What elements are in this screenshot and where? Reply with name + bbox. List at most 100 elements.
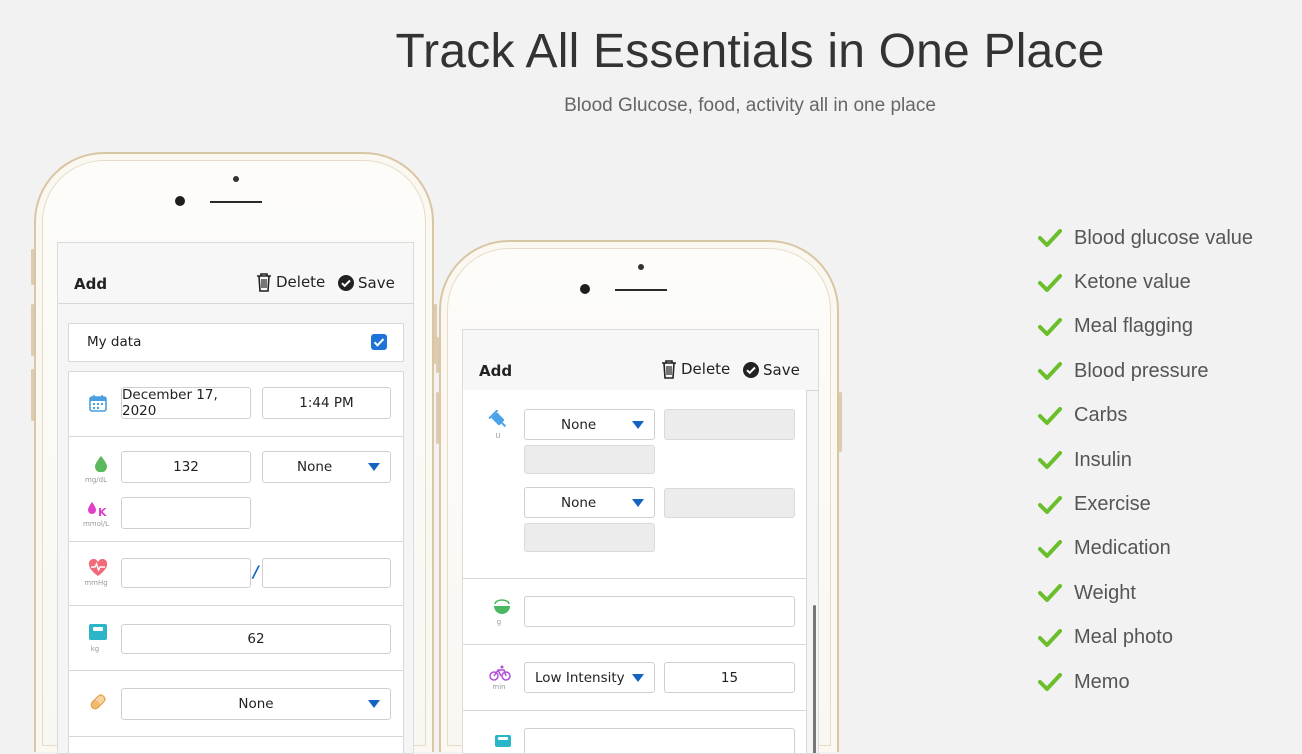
check-icon <box>1038 584 1062 603</box>
carbs-input[interactable] <box>524 596 795 627</box>
check-icon <box>1038 539 1062 558</box>
feature-label: Ketone value <box>1074 271 1191 294</box>
syringe-icon <box>488 410 507 428</box>
save-button[interactable]: Save <box>338 274 395 292</box>
insulin-type-value: None <box>561 416 597 433</box>
check-icon <box>1038 673 1062 692</box>
insulin-value-input[interactable] <box>664 409 795 440</box>
feature-label: Medication <box>1074 537 1171 560</box>
carbs-unit: g <box>496 618 502 626</box>
entry-form-card: U None None g min Low Intensity 15 <box>463 390 807 753</box>
check-icon <box>1038 495 1062 514</box>
check-icon <box>1038 273 1062 292</box>
trash-icon <box>257 273 271 292</box>
systolic-input[interactable] <box>121 558 251 588</box>
save-label: Save <box>763 361 800 379</box>
insulin-note-input[interactable] <box>524 523 655 552</box>
my-data-checkbox[interactable] <box>371 334 387 350</box>
feature-item: Weight <box>1038 571 1253 615</box>
save-button[interactable]: Save <box>743 361 800 379</box>
medication-value: None <box>238 696 274 712</box>
app-toolbar: Add Delete Save <box>58 243 413 304</box>
date-field[interactable]: December 17, 2020 <box>121 387 251 419</box>
scale-icon <box>89 624 107 640</box>
add-title: Add <box>479 362 513 380</box>
save-label: Save <box>358 274 395 292</box>
add-title: Add <box>74 275 108 293</box>
my-data-card[interactable]: My data <box>68 323 404 362</box>
feature-label: Blood glucose value <box>1074 226 1254 249</box>
feature-label: Carbs <box>1074 404 1128 427</box>
feature-item: Meal photo <box>1038 616 1253 660</box>
feature-label: Exercise <box>1074 493 1151 516</box>
insulin-type-select[interactable]: None <box>524 487 655 518</box>
delete-label: Delete <box>681 360 731 378</box>
check-icon <box>1038 451 1062 470</box>
delete-button[interactable]: Delete <box>661 359 730 379</box>
time-field[interactable]: 1:44 PM <box>262 387 391 419</box>
glucose-unit: mg/dL <box>85 476 107 484</box>
exercise-minutes-input[interactable]: 15 <box>664 662 795 693</box>
insulin-value-input[interactable] <box>664 488 795 518</box>
row-divider <box>69 541 403 542</box>
feature-item: Insulin <box>1038 438 1253 482</box>
check-circle-icon <box>338 275 354 291</box>
ketone-icon-letter: K <box>98 506 107 517</box>
chevron-down-icon <box>368 463 380 471</box>
medication-select[interactable]: None <box>121 688 391 720</box>
ketone-input[interactable] <box>121 497 251 529</box>
bicycle-icon <box>489 665 511 681</box>
chevron-down-icon <box>632 420 644 429</box>
checkmark-icon <box>373 338 385 347</box>
row-divider <box>463 578 806 579</box>
glucose-flag-select[interactable]: None <box>262 451 391 483</box>
feature-item: Blood glucose value <box>1038 216 1253 260</box>
my-data-label: My data <box>87 334 142 350</box>
feature-label: Insulin <box>1074 448 1132 471</box>
phone-side-button <box>31 249 34 285</box>
delete-label: Delete <box>276 273 326 291</box>
glucose-flag-value: None <box>297 459 333 475</box>
insulin-type-select[interactable]: None <box>524 409 655 440</box>
diastolic-input[interactable] <box>262 558 391 588</box>
weight-input[interactable]: 62 <box>121 624 391 654</box>
phone-speaker <box>210 201 262 203</box>
row-divider <box>69 670 403 671</box>
feature-item: Medication <box>1038 527 1253 571</box>
feature-item: Blood pressure <box>1038 349 1253 393</box>
exercise-unit: min <box>492 683 506 691</box>
page-subtitle: Blood Glucose, food, activity all in one… <box>564 95 936 116</box>
check-icon <box>1038 406 1062 425</box>
bp-separator: / <box>253 562 259 581</box>
calendar-icon <box>89 395 107 412</box>
phone-side-button <box>31 304 34 356</box>
insulin-note-input[interactable] <box>524 445 655 474</box>
insulin-unit: U <box>495 432 501 440</box>
feature-item: Carbs <box>1038 394 1253 438</box>
chevron-down-icon <box>632 673 644 682</box>
phone-speaker <box>615 289 667 291</box>
blood-drop-icon <box>95 456 107 472</box>
phone-camera <box>175 196 185 206</box>
ketone-icon: K <box>88 502 107 517</box>
glucose-input[interactable]: 132 <box>121 451 251 483</box>
phone-side-button <box>436 392 439 444</box>
phone-sensor <box>233 176 239 182</box>
phone-side-button <box>31 369 34 421</box>
weight-input[interactable] <box>524 728 795 753</box>
pill-icon <box>90 693 107 710</box>
phone-camera <box>580 284 590 294</box>
delete-button[interactable]: Delete <box>256 272 325 292</box>
phone-left-screen: Add Delete Save My data December 17, 202… <box>57 242 414 754</box>
phone-side-button <box>436 337 439 373</box>
check-icon <box>1038 229 1062 248</box>
insulin-type-value: None <box>561 494 597 511</box>
scrollbar[interactable] <box>813 605 816 753</box>
feature-label: Memo <box>1074 670 1130 693</box>
phone-side-button <box>839 392 842 452</box>
trash-icon <box>662 360 676 379</box>
page-title: Track All Essentials in One Place <box>395 25 1105 78</box>
check-icon <box>1038 362 1062 381</box>
exercise-intensity-select[interactable]: Low Intensity <box>524 662 655 693</box>
feature-label: Weight <box>1074 581 1136 604</box>
